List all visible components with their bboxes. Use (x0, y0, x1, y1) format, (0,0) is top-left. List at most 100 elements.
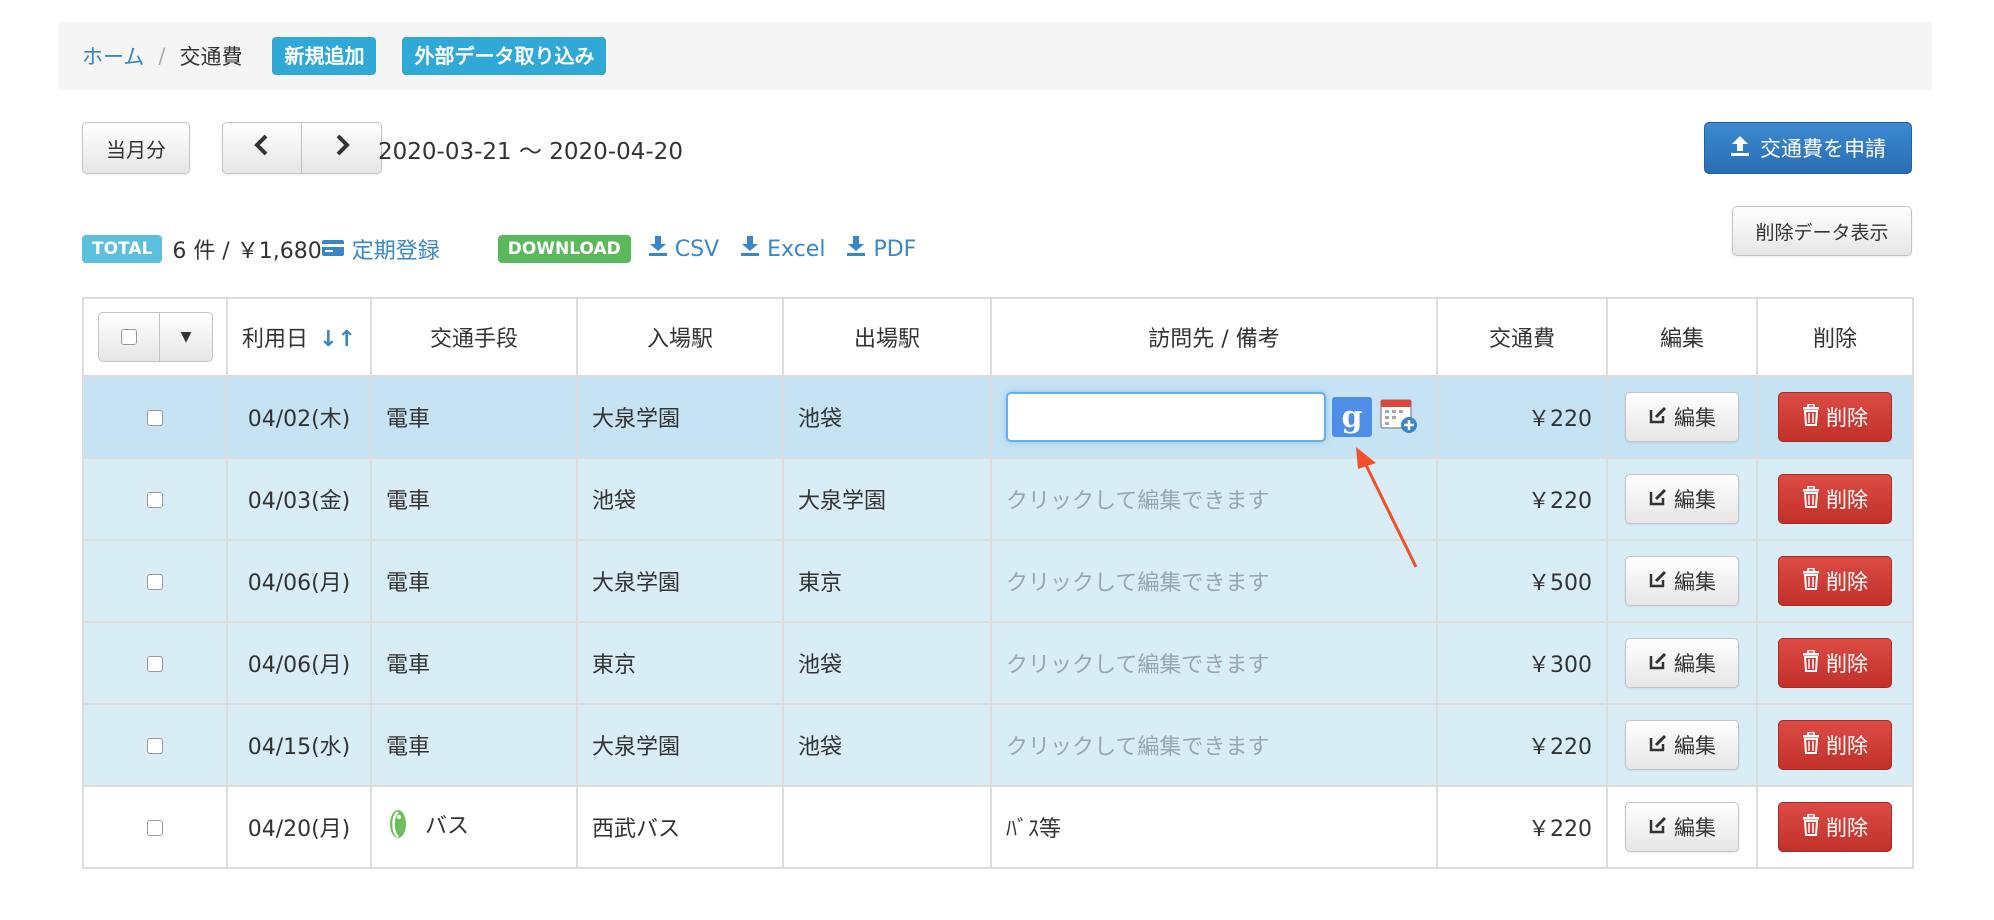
fare-header: 交通費 (1436, 297, 1608, 377)
transport-label: バス (425, 814, 470, 839)
prev-period-button[interactable] (222, 122, 302, 174)
row-checkbox[interactable] (147, 819, 163, 836)
delete-label: 削除 (1826, 570, 1868, 594)
caret-down-icon[interactable]: ▼ (160, 313, 212, 361)
download-excel-label: Excel (767, 236, 826, 262)
edit-icon (1648, 569, 1668, 594)
breadcrumb-home-link[interactable]: ホーム (82, 41, 144, 71)
trash-icon (1802, 813, 1820, 841)
chevron-right-icon (333, 133, 351, 163)
delete-cell: 削除 (1756, 375, 1914, 459)
delete-label: 削除 (1826, 406, 1868, 430)
delete-button[interactable]: 削除 (1778, 474, 1892, 524)
annotation-arrow-icon (1356, 447, 1418, 568)
download-csv-label: CSV (674, 236, 720, 262)
edit-button[interactable]: 編集 (1625, 392, 1739, 442)
upload-icon (1730, 135, 1750, 162)
delete-label: 削除 (1826, 816, 1868, 840)
next-period-button[interactable] (302, 122, 382, 174)
edit-cell: 編集 (1606, 375, 1758, 459)
note-header: 訪問先 / 備考 (990, 297, 1438, 377)
current-month-button[interactable]: 当月分 (82, 122, 190, 174)
row-checkbox[interactable] (147, 655, 163, 672)
import-external-data-button[interactable]: 外部データ取り込み (402, 37, 607, 75)
delete-button[interactable]: 削除 (1778, 720, 1892, 770)
sort-icon[interactable]: ↓↑ (319, 327, 356, 352)
note-input[interactable] (1006, 392, 1326, 442)
row-checkbox[interactable] (147, 737, 163, 754)
entry-station-cell: 大泉学園 (576, 539, 784, 623)
exit-station-cell (782, 785, 992, 869)
delete-button[interactable]: 削除 (1778, 638, 1892, 688)
table-row: 04/06(月) 電車 東京 池袋 クリックして編集できます ￥300 編集 削… (82, 621, 1914, 705)
edit-icon (1648, 405, 1668, 430)
select-all-checkbox[interactable] (121, 329, 137, 345)
edit-button[interactable]: 編集 (1625, 474, 1739, 524)
date-range-text: 2020-03-21 〜 2020-04-20 (378, 139, 683, 165)
row-select-cell (82, 621, 228, 705)
edit-label: 編集 (1674, 406, 1716, 430)
table-row: 04/20(月) バス 西武バス ﾊﾞｽ等 ￥220 編集 削除 (82, 785, 1914, 869)
edit-cell: 編集 (1606, 457, 1758, 541)
download-excel-link[interactable]: Excel (741, 236, 825, 262)
apply-expense-button[interactable]: 交通費を申請 (1704, 122, 1912, 174)
transport-cell: 電車 (370, 703, 578, 787)
download-icon (741, 236, 760, 262)
date-cell: 04/06(月) (226, 539, 372, 623)
row-select-cell (82, 457, 228, 541)
download-csv-link[interactable]: CSV (648, 236, 720, 262)
edit-label: 編集 (1674, 652, 1716, 676)
edit-button[interactable]: 編集 (1625, 720, 1739, 770)
delete-cell: 削除 (1756, 703, 1914, 787)
fare-cell: ￥220 (1436, 703, 1608, 787)
delete-button[interactable]: 削除 (1778, 802, 1892, 852)
regular-pass-link[interactable]: 定期登録 (321, 233, 440, 265)
entry-station-cell: 池袋 (576, 457, 784, 541)
add-new-button[interactable]: 新規追加 (272, 37, 377, 75)
delete-button[interactable]: 削除 (1778, 556, 1892, 606)
date-header[interactable]: 利用日 ↓↑ (226, 297, 372, 377)
entry-station-cell: 大泉学園 (576, 703, 784, 787)
edit-button[interactable]: 編集 (1625, 638, 1739, 688)
delete-label: 削除 (1826, 734, 1868, 758)
table-header-row: ▼ 利用日 ↓↑ 交通手段 入場駅 出場駅 訪問先 / 備考 交通費 編集 削除 (82, 297, 1914, 377)
trash-icon (1802, 485, 1820, 513)
row-checkbox[interactable] (147, 491, 163, 508)
download-badge: DOWNLOAD (497, 235, 631, 263)
row-select-cell (82, 375, 228, 459)
download-icon (847, 236, 866, 262)
note-cell[interactable]: クリックして編集できます (990, 703, 1438, 787)
edit-button[interactable]: 編集 (1625, 556, 1739, 606)
exit-station-cell: 池袋 (782, 621, 992, 705)
entry-station-cell: 東京 (576, 621, 784, 705)
trash-icon (1802, 567, 1820, 595)
toolbar: 当月分 2020-03-21 〜 2020-04-20 交通費を申請 (82, 122, 1912, 174)
note-cell[interactable]: ﾊﾞｽ等 (990, 785, 1438, 869)
google-search-icon[interactable]: g (1332, 397, 1372, 437)
delete-button[interactable]: 削除 (1778, 392, 1892, 442)
fare-cell: ￥220 (1436, 457, 1608, 541)
row-checkbox[interactable] (147, 409, 163, 426)
calendar-add-icon[interactable] (1378, 394, 1418, 440)
edit-icon (1648, 815, 1668, 840)
edit-header: 編集 (1606, 297, 1758, 377)
row-select-cell (82, 785, 228, 869)
download-pdf-link[interactable]: PDF (847, 236, 916, 262)
exit-station-cell: 池袋 (782, 703, 992, 787)
delete-header: 削除 (1756, 297, 1914, 377)
edit-cell: 編集 (1606, 703, 1758, 787)
row-checkbox[interactable] (147, 573, 163, 590)
exit-station-cell: 大泉学園 (782, 457, 992, 541)
credit-card-icon (321, 237, 344, 262)
edit-button[interactable]: 編集 (1625, 802, 1739, 852)
fare-cell: ￥220 (1436, 785, 1608, 869)
show-deleted-button[interactable]: 削除データ表示 (1732, 206, 1912, 256)
select-all-checkbox-area[interactable] (99, 313, 160, 361)
transport-cell: 電車 (370, 457, 578, 541)
edit-icon (1648, 733, 1668, 758)
select-all-header: ▼ (82, 297, 228, 377)
table-row: 04/15(水) 電車 大泉学園 池袋 クリックして編集できます ￥220 編集… (82, 703, 1914, 787)
bulk-select-dropdown[interactable]: ▼ (98, 312, 213, 362)
note-cell[interactable]: クリックして編集できます (990, 621, 1438, 705)
period-nav-group (222, 122, 382, 174)
